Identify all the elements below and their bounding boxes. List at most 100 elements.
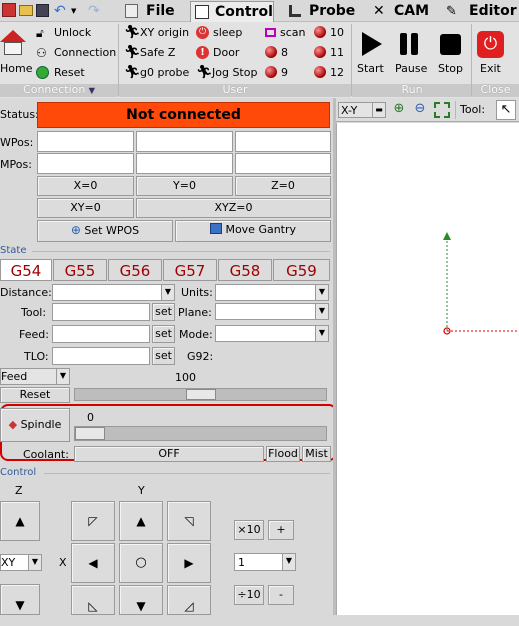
zero-xyz-button[interactable]: XYZ=0 — [136, 198, 331, 218]
xy-origin-button[interactable]: 🏃︎ XY origin — [124, 25, 194, 41]
tab-g55[interactable]: G55 — [53, 259, 107, 281]
pause-button[interactable]: Pause — [393, 30, 429, 78]
move-gantry-button[interactable]: Move Gantry — [175, 220, 331, 242]
start-button[interactable]: Start — [354, 30, 390, 78]
reset-button[interactable]: Reset — [35, 65, 115, 81]
coolant-label: Coolant: — [23, 448, 69, 461]
tlo-field[interactable] — [52, 347, 150, 365]
jog-y-plus-button[interactable]: ▲ — [119, 501, 163, 541]
tab-g57[interactable]: G57 — [163, 259, 217, 281]
mist-button[interactable]: Mist — [302, 446, 331, 462]
group-close: Close — [472, 84, 519, 97]
step-plus-button[interactable]: + — [268, 520, 294, 540]
jog-stop-label: Jog Stop — [212, 66, 258, 79]
user-12-button[interactable]: 12 — [313, 65, 353, 81]
units-select[interactable]: ▼ — [215, 284, 329, 301]
zoom-fit-icon[interactable] — [434, 102, 450, 118]
unlock-button[interactable]: 🔓︎ Unlock — [35, 25, 115, 41]
feed-override-thumb[interactable] — [186, 389, 216, 400]
undo-dropdown-icon[interactable]: ▼ — [71, 7, 76, 15]
jog-z-up-button[interactable]: ▲ — [0, 501, 40, 541]
user-8-button[interactable]: 8 — [264, 45, 304, 61]
feed-override-slider[interactable] — [74, 388, 327, 401]
override-reset-button[interactable]: Reset — [0, 387, 70, 403]
view-select-value: X-Y — [341, 104, 358, 117]
feed-field[interactable] — [52, 325, 150, 343]
tab-g56[interactable]: G56 — [108, 259, 162, 281]
spindle-button[interactable]: ◆ Spindle — [0, 408, 70, 442]
feed-set-button[interactable]: set — [152, 325, 175, 343]
user-9-button[interactable]: 9 — [264, 65, 304, 81]
set-wpos-button[interactable]: ⊕ Set WPOS — [37, 220, 173, 242]
open-icon[interactable] — [19, 5, 33, 16]
zero-y-button[interactable]: Y=0 — [136, 176, 233, 196]
redo-icon[interactable]: ↷ — [88, 3, 100, 19]
jog-x-minus-y-minus-button[interactable]: ◺ — [71, 585, 115, 615]
step-minus-button[interactable]: - — [268, 585, 294, 605]
zero-xy-button[interactable]: XY=0 — [37, 198, 134, 218]
jog-stop-button[interactable]: 🏃︎ Jog Stop — [196, 65, 260, 81]
jog-y-minus-button[interactable]: ▼ — [119, 585, 163, 615]
jog-z-down-button[interactable]: ▼ — [0, 584, 40, 615]
jog-x-minus-y-plus-button[interactable]: ◸ — [71, 501, 115, 541]
tool-field[interactable] — [52, 303, 150, 321]
jog-x-plus-y-minus-button[interactable]: ◿ — [167, 585, 211, 615]
user-10-button[interactable]: 10 — [313, 25, 353, 41]
user-11-button[interactable]: 11 — [313, 45, 353, 61]
exit-button[interactable]: ⏻ Exit — [474, 30, 508, 78]
home-button[interactable]: Home — [0, 26, 32, 78]
zero-z-button[interactable]: Z=0 — [235, 176, 331, 196]
plane-select[interactable]: ▼ — [215, 303, 329, 320]
gcode-canvas[interactable] — [336, 123, 519, 615]
group-connection-label: Connection — [23, 83, 86, 96]
coolant-off-button[interactable]: OFF — [74, 446, 264, 462]
view-select[interactable]: X-Y ▬ — [338, 102, 386, 118]
mode-select[interactable]: ▼ — [215, 325, 329, 342]
app-icon[interactable] — [2, 3, 16, 17]
spindle-override-slider[interactable] — [74, 426, 327, 441]
menu-control-tab[interactable]: Control — [190, 1, 274, 22]
tool-set-button[interactable]: set — [152, 303, 175, 321]
door-button[interactable]: ! Door — [196, 45, 256, 61]
step-times10-button[interactable]: ×10 — [234, 520, 264, 540]
jog-x-plus-y-plus-button[interactable]: ◹ — [167, 501, 211, 541]
tab-g59[interactable]: G59 — [273, 259, 330, 281]
state-section-line — [32, 251, 330, 252]
tlo-set-button[interactable]: set — [152, 347, 175, 365]
zero-x-button[interactable]: X=0 — [37, 176, 134, 196]
menu-file[interactable]: File — [146, 3, 175, 19]
jog-x-plus-button[interactable]: ▶ — [167, 543, 211, 583]
stop-button[interactable]: Stop — [434, 30, 468, 78]
connection-button[interactable]: ⚇ Connection — [35, 45, 116, 61]
control-tab-icon — [195, 5, 209, 19]
jog-plane-select[interactable]: XY ▼ — [0, 554, 42, 571]
g0-probe-button[interactable]: 🏃︎ g0 probe — [124, 65, 194, 81]
undo-icon[interactable]: ↶ — [54, 3, 66, 19]
tab-g54[interactable]: G54 — [0, 259, 52, 281]
safe-z-button[interactable]: 🏃︎ Safe Z — [124, 45, 194, 61]
override-select[interactable]: Feed ▼ — [0, 368, 70, 385]
zoom-in-icon[interactable]: ⊕ — [390, 101, 408, 119]
jog-x-minus-button[interactable]: ◀ — [71, 543, 115, 583]
group-connection[interactable]: Connection ▼ — [0, 84, 118, 97]
file-tab-icon — [125, 4, 138, 18]
save-icon[interactable] — [36, 4, 49, 17]
tab-g58[interactable]: G58 — [218, 259, 272, 281]
start-label: Start — [357, 62, 384, 75]
spindle-override-thumb[interactable] — [75, 427, 105, 440]
menu-editor[interactable]: Editor — [469, 3, 517, 19]
flood-button[interactable]: Flood — [266, 446, 300, 462]
step-size-select[interactable]: 1 ▼ — [234, 553, 296, 571]
step-div10-button[interactable]: ÷10 — [234, 585, 264, 605]
menu-probe[interactable]: Probe — [309, 3, 355, 19]
scan-button[interactable]: scan — [264, 25, 308, 41]
zoom-out-icon[interactable]: ⊖ — [411, 101, 429, 119]
status-label: Status: — [0, 108, 39, 121]
jog-home-button[interactable]: ○ — [119, 543, 163, 583]
pointer-tool-icon[interactable]: ↖ — [496, 100, 516, 120]
power-icon: ⏻ — [196, 26, 209, 39]
sleep-button[interactable]: ⏻ sleep — [196, 25, 256, 41]
menu-bar: ↶ ▼ ↷ File Control Probe ✕ CAM ✎ Editor — [0, 0, 519, 22]
menu-cam[interactable]: CAM — [394, 3, 429, 19]
distance-select[interactable]: ▼ — [52, 284, 175, 301]
